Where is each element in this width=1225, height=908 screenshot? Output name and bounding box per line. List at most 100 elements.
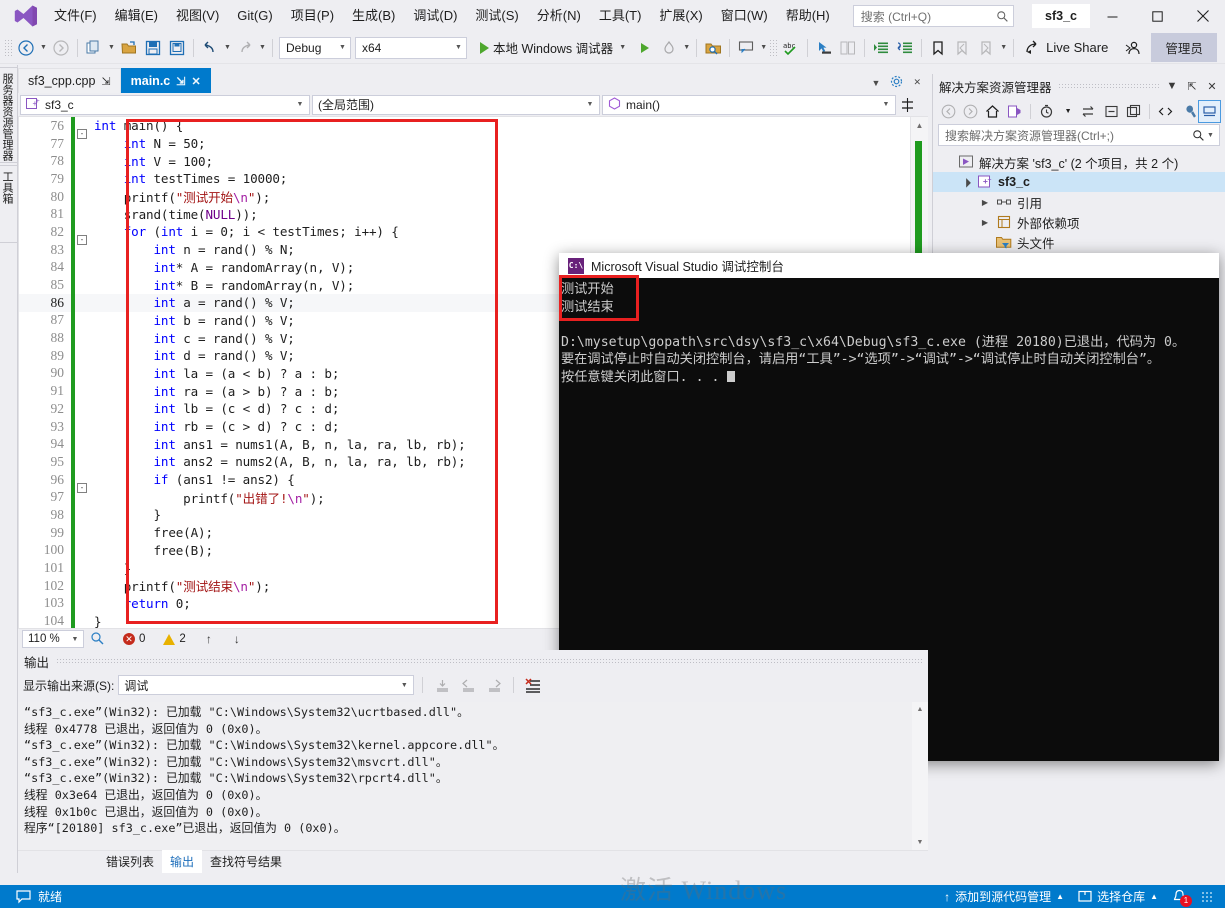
scroll-up-arrow-icon[interactable]: ▲ — [911, 117, 928, 133]
menu-item-project[interactable]: 项目(P) — [282, 3, 343, 29]
find-message-icon[interactable] — [431, 675, 453, 695]
solution-platform-combo[interactable]: x64 ▼ — [355, 37, 467, 59]
tree-node[interactable]: ▶外部依赖项 — [933, 212, 1225, 232]
code-line[interactable]: 81 srand(time(NULL)); — [19, 205, 910, 223]
settings-gear-icon[interactable] — [890, 75, 903, 90]
new-folder-icon[interactable] — [1123, 101, 1144, 122]
bottom-tab[interactable]: 查找符号结果 — [202, 850, 290, 873]
solution-explorer-sync-icon[interactable] — [1004, 101, 1025, 122]
go-to-next-message-icon[interactable] — [483, 675, 505, 695]
tree-node[interactable]: ◢++sf3_c — [933, 172, 1225, 192]
undo-icon[interactable] — [198, 36, 222, 60]
minimize-button[interactable] — [1090, 0, 1135, 32]
pin-icon[interactable]: ⇲ — [101, 75, 110, 88]
collapse-all-icon[interactable] — [1101, 101, 1122, 122]
increase-indent-icon[interactable] — [869, 36, 893, 60]
menu-item-test[interactable]: 测试(S) — [466, 3, 527, 29]
menu-item-debug[interactable]: 调试(D) — [404, 3, 466, 29]
comment-dropdown-icon[interactable]: ▼ — [758, 36, 769, 60]
scroll-down-arrow-icon[interactable]: ▼ — [912, 835, 928, 850]
expander-icon[interactable]: ◢ — [959, 175, 974, 190]
tree-node[interactable]: 解决方案 'sf3_c' (2 个项目，共 2 个) — [933, 152, 1225, 172]
select-repository-button[interactable]: 选择仓库 ▲ — [1078, 888, 1158, 905]
document-tab-main-c[interactable]: main.c ⇲ ✕ — [121, 68, 211, 93]
tree-node[interactable]: 头文件 — [933, 232, 1225, 252]
sidebar-item-toolbox[interactable]: 工具箱 — [0, 165, 18, 243]
editor-zoom-combo[interactable]: 110 % ▼ — [22, 630, 84, 648]
toolbar-grip[interactable] — [4, 39, 12, 57]
hot-reload-dropdown-icon[interactable]: ▼ — [681, 36, 692, 60]
undo-dropdown-icon[interactable]: ▼ — [222, 36, 233, 60]
pending-changes-dropdown-icon[interactable]: ▼ — [1058, 101, 1079, 122]
fold-toggle-icon[interactable]: - — [77, 483, 87, 493]
sidebar-item-server-explorer[interactable]: 服务器资源管理器 — [0, 67, 18, 163]
add-to-source-control-button[interactable]: ↑ 添加到源代码管理 ▲ — [944, 888, 1064, 905]
code-line[interactable]: 79 int testTimes = 10000; — [19, 170, 910, 188]
split-editor-icon[interactable] — [898, 98, 916, 112]
pin-icon[interactable]: ⇱ — [1185, 80, 1199, 93]
search-options-dropdown-icon[interactable]: ▼ — [1205, 132, 1216, 139]
close-document-group-icon[interactable]: ✕ — [913, 77, 921, 88]
navigate-back-icon[interactable] — [14, 36, 38, 60]
window-resize-grip[interactable] — [1201, 891, 1213, 903]
start-without-debugging-icon[interactable] — [633, 36, 657, 60]
expander-icon[interactable]: ▶ — [979, 198, 991, 207]
solution-configuration-combo[interactable]: Debug ▼ — [279, 37, 351, 59]
pane-menu-icon[interactable]: ▼ — [1165, 80, 1179, 92]
go-to-previous-message-icon[interactable] — [457, 675, 479, 695]
menu-item-tools[interactable]: 工具(T) — [590, 3, 651, 29]
chevron-down-icon[interactable]: ▼ — [617, 36, 628, 60]
global-search-input[interactable]: 搜索 (Ctrl+Q) — [853, 5, 1014, 27]
properties-wrench-icon[interactable] — [1177, 101, 1198, 122]
navigate-back-icon[interactable] — [938, 101, 959, 122]
header-drag-area[interactable] — [56, 658, 922, 664]
close-icon[interactable]: ✕ — [1205, 80, 1219, 93]
navbar-member-combo[interactable]: main() ▼ — [602, 95, 896, 115]
find-in-files-icon[interactable] — [701, 36, 725, 60]
next-bookmark-icon[interactable] — [974, 36, 998, 60]
decrease-indent-icon[interactable] — [893, 36, 917, 60]
code-line[interactable]: 78 int V = 100; — [19, 152, 910, 170]
show-all-files-icon[interactable] — [1080, 101, 1101, 122]
bookmarks-overflow-icon[interactable]: ▼ — [998, 36, 1009, 60]
active-files-dropdown-icon[interactable]: ▼ — [872, 78, 881, 88]
clear-output-icon[interactable] — [522, 675, 544, 695]
output-source-combo[interactable]: 调试 ▼ — [118, 675, 414, 695]
menu-item-view[interactable]: 视图(V) — [167, 3, 228, 29]
menu-item-analyze[interactable]: 分析(N) — [528, 3, 590, 29]
close-icon[interactable]: ✕ — [191, 75, 200, 88]
menu-item-file[interactable]: 文件(F) — [45, 3, 106, 29]
fold-toggle-icon[interactable]: - — [77, 129, 87, 139]
menu-item-git[interactable]: Git(G) — [228, 3, 281, 29]
view-code-icon[interactable] — [1155, 101, 1176, 122]
feedback-icon[interactable] — [1121, 36, 1145, 60]
error-count-item[interactable]: ✕ 0 — [123, 633, 145, 645]
previous-issue-icon[interactable]: ↑ — [206, 632, 212, 646]
navigate-back-dropdown-icon[interactable]: ▼ — [38, 36, 49, 60]
navigate-forward-icon[interactable] — [960, 101, 981, 122]
code-line[interactable]: 76-int main() { — [19, 117, 910, 135]
save-all-icon[interactable] — [165, 36, 189, 60]
start-debugging-button[interactable]: 本地 Windows 调试器 ▼ — [475, 36, 633, 60]
save-icon[interactable] — [141, 36, 165, 60]
new-project-icon[interactable] — [82, 36, 106, 60]
notifications-button[interactable]: 1 — [1172, 889, 1187, 904]
spell-check-icon[interactable]: abc — [779, 36, 803, 60]
menu-item-help[interactable]: 帮助(H) — [777, 3, 839, 29]
warning-count-item[interactable]: 2 — [163, 633, 185, 645]
menu-item-window[interactable]: 窗口(W) — [712, 3, 777, 29]
select-in-editor-icon[interactable] — [812, 36, 836, 60]
compare-files-icon[interactable] — [836, 36, 860, 60]
document-tab-sf3-cpp[interactable]: sf3_cpp.cpp ⇲ — [18, 68, 121, 93]
code-line[interactable]: 80 printf("测试开始\n"); — [19, 188, 910, 206]
next-issue-icon[interactable]: ↓ — [234, 632, 240, 646]
code-line[interactable]: 82- for (int i = 0; i < testTimes; i++) … — [19, 223, 910, 241]
bottom-tab[interactable]: 错误列表 — [98, 850, 162, 873]
maximize-button[interactable] — [1135, 0, 1180, 32]
tree-node[interactable]: ▶引用 — [933, 192, 1225, 212]
bottom-tab[interactable]: 输出 — [162, 850, 202, 873]
hot-reload-icon[interactable] — [657, 36, 681, 60]
navigate-forward-icon[interactable] — [49, 36, 73, 60]
menu-item-extensions[interactable]: 扩展(X) — [650, 3, 711, 29]
solution-explorer-search-input[interactable]: 搜索解决方案资源管理器(Ctrl+;) ▼ — [938, 124, 1220, 146]
